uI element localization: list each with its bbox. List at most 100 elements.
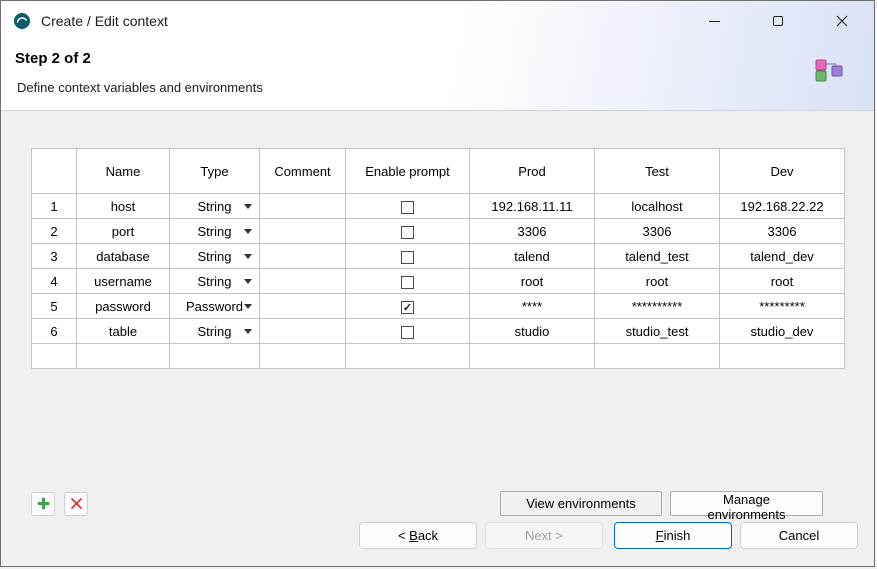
cell-name[interactable]: port: [77, 219, 170, 244]
remove-variable-button[interactable]: [64, 492, 88, 516]
cell-prod[interactable]: 3306: [470, 219, 595, 244]
dropdown-arrow-icon[interactable]: [244, 254, 252, 259]
cell-name[interactable]: host: [77, 194, 170, 219]
type-value: Password: [186, 299, 243, 314]
empty-cell: [170, 344, 260, 369]
environment-buttons: View environments Manage environments: [500, 491, 823, 516]
dropdown-arrow-icon[interactable]: [244, 279, 252, 284]
enable-prompt-checkbox[interactable]: [401, 276, 414, 289]
cell-name[interactable]: table: [77, 319, 170, 344]
type-value: String: [198, 274, 232, 289]
context-wizard-icon: [812, 52, 846, 86]
dropdown-arrow-icon[interactable]: [244, 229, 252, 234]
cell-type-dropdown[interactable]: String: [170, 244, 260, 269]
red-x-icon: [70, 497, 83, 510]
back-button[interactable]: < Back: [359, 522, 477, 549]
add-variable-button[interactable]: [31, 492, 55, 516]
cell-dev[interactable]: root: [720, 269, 845, 294]
type-value: String: [198, 199, 232, 214]
next-button[interactable]: Next >: [485, 522, 603, 549]
dropdown-arrow-icon[interactable]: [244, 204, 252, 209]
empty-cell: [595, 344, 720, 369]
cell-name[interactable]: username: [77, 269, 170, 294]
cell-test[interactable]: 3306: [595, 219, 720, 244]
cell-test[interactable]: localhost: [595, 194, 720, 219]
context-table-body: 1 host String 192.168.11.11 localhost 19…: [32, 194, 845, 369]
manage-environments-button[interactable]: Manage environments: [670, 491, 823, 516]
cell-name[interactable]: password: [77, 294, 170, 319]
cell-test[interactable]: studio_test: [595, 319, 720, 344]
cell-dev[interactable]: 192.168.22.22: [720, 194, 845, 219]
dialog-top-region: Create / Edit context Step 2 of 2 Define…: [1, 1, 874, 111]
type-value: String: [198, 324, 232, 339]
empty-cell: [77, 344, 170, 369]
cell-name[interactable]: database: [77, 244, 170, 269]
table-row-empty: [32, 344, 845, 369]
maximize-button[interactable]: [746, 1, 810, 41]
cell-prod[interactable]: 192.168.11.11: [470, 194, 595, 219]
finish-button[interactable]: Finish: [614, 522, 732, 549]
cell-comment[interactable]: [260, 269, 346, 294]
cell-type-dropdown[interactable]: String: [170, 219, 260, 244]
cell-test[interactable]: **********: [595, 294, 720, 319]
type-value: String: [198, 249, 232, 264]
minimize-icon: [709, 21, 720, 22]
context-variables-table: Name Type Comment Enable prompt Prod Tes…: [31, 148, 845, 369]
cell-comment[interactable]: [260, 244, 346, 269]
dialog-content: Name Type Comment Enable prompt Prod Tes…: [1, 111, 874, 504]
enable-prompt-checkbox[interactable]: [401, 201, 414, 214]
cell-enable-prompt: [346, 244, 470, 269]
enable-prompt-checkbox[interactable]: [401, 251, 414, 264]
table-row: 4 username String root root root: [32, 269, 845, 294]
cell-test[interactable]: root: [595, 269, 720, 294]
row-number: 6: [32, 319, 77, 344]
empty-cell: [346, 344, 470, 369]
dropdown-arrow-icon[interactable]: [244, 304, 252, 309]
cell-type-dropdown[interactable]: String: [170, 269, 260, 294]
col-header-prod: Prod: [470, 149, 595, 194]
cell-type-dropdown[interactable]: String: [170, 194, 260, 219]
maximize-icon: [773, 16, 783, 26]
cancel-button[interactable]: Cancel: [740, 522, 858, 549]
cell-prod[interactable]: talend: [470, 244, 595, 269]
cell-test[interactable]: talend_test: [595, 244, 720, 269]
minimize-button[interactable]: [682, 1, 746, 41]
cell-comment[interactable]: [260, 294, 346, 319]
empty-cell: [470, 344, 595, 369]
cell-prod[interactable]: root: [470, 269, 595, 294]
titlebar: Create / Edit context: [1, 1, 874, 41]
close-icon: [836, 15, 848, 27]
table-header-row: Name Type Comment Enable prompt Prod Tes…: [32, 149, 845, 194]
table-row: 5 password Password **** ********** ****…: [32, 294, 845, 319]
cell-dev[interactable]: *********: [720, 294, 845, 319]
col-header-comment: Comment: [260, 149, 346, 194]
col-header-enable-prompt: Enable prompt: [346, 149, 470, 194]
window-title: Create / Edit context: [41, 13, 682, 29]
create-edit-context-dialog: Create / Edit context Step 2 of 2 Define…: [0, 0, 875, 567]
cell-dev[interactable]: studio_dev: [720, 319, 845, 344]
cell-comment[interactable]: [260, 219, 346, 244]
type-value: String: [198, 224, 232, 239]
cell-dev[interactable]: 3306: [720, 219, 845, 244]
enable-prompt-checkbox[interactable]: [401, 301, 414, 314]
row-number: 4: [32, 269, 77, 294]
cell-type-dropdown[interactable]: Password: [170, 294, 260, 319]
cell-comment[interactable]: [260, 194, 346, 219]
row-number: 3: [32, 244, 77, 269]
cell-comment[interactable]: [260, 319, 346, 344]
col-header-test: Test: [595, 149, 720, 194]
cell-prod[interactable]: ****: [470, 294, 595, 319]
dropdown-arrow-icon[interactable]: [244, 329, 252, 334]
cell-dev[interactable]: talend_dev: [720, 244, 845, 269]
enable-prompt-checkbox[interactable]: [401, 226, 414, 239]
step-title: Step 2 of 2: [15, 50, 91, 67]
close-button[interactable]: [810, 1, 874, 41]
view-environments-button[interactable]: View environments: [500, 491, 662, 516]
table-row: 6 table String studio studio_test studio…: [32, 319, 845, 344]
table-toolbar: View environments Manage environments: [31, 491, 844, 516]
empty-cell: [32, 344, 77, 369]
cell-prod[interactable]: studio: [470, 319, 595, 344]
empty-cell: [720, 344, 845, 369]
enable-prompt-checkbox[interactable]: [401, 326, 414, 339]
cell-type-dropdown[interactable]: String: [170, 319, 260, 344]
